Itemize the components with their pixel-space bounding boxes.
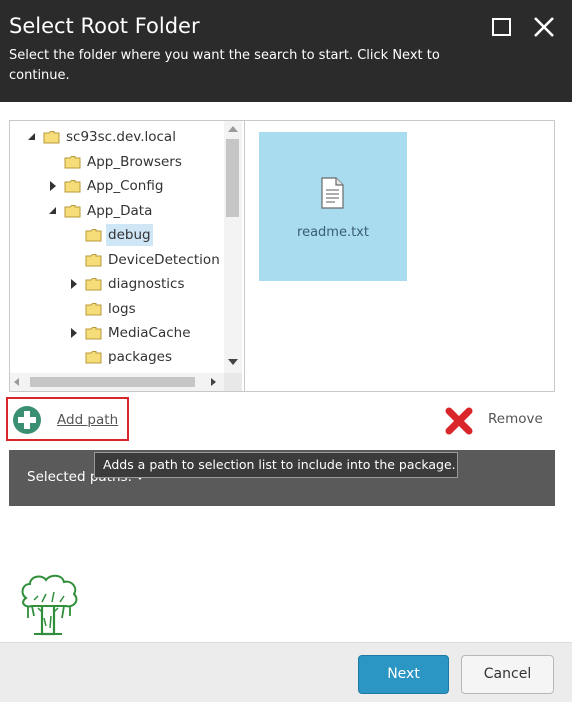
scrollbar-corner — [224, 373, 242, 391]
scrollbar-thumb[interactable] — [226, 139, 239, 217]
tree-horizontal-scrollbar[interactable] — [10, 373, 224, 391]
add-path-tooltip: Adds a path to selection list to include… — [94, 452, 458, 478]
folder-icon — [43, 131, 60, 144]
action-bar: Add path Remove — [0, 394, 572, 450]
tree-node-label: packages — [108, 349, 173, 365]
cancel-button[interactable]: Cancel — [461, 655, 554, 694]
tree-node-label: DeviceDetection — [108, 252, 220, 268]
tree-node-label: logs — [108, 301, 136, 317]
next-button[interactable]: Next — [358, 655, 449, 694]
text-file-icon — [321, 177, 344, 209]
tree-node-label: diagnostics — [108, 276, 185, 292]
tree-vertical-scrollbar[interactable] — [224, 121, 242, 373]
folder-icon — [85, 278, 102, 291]
tree-node-label: MediaCache — [108, 325, 191, 341]
tree-node-label: debug — [106, 224, 153, 246]
collapsed-arrow-icon[interactable] — [47, 175, 59, 197]
tree-node-label: App_Data — [87, 203, 153, 219]
file-tile[interactable]: readme.txt — [259, 132, 407, 281]
folder-icon — [64, 180, 81, 193]
add-path-label[interactable]: Add path — [57, 412, 118, 428]
scroll-up-icon[interactable] — [228, 126, 238, 132]
folder-icon — [85, 254, 102, 267]
tree-node-label: App_Browsers — [87, 154, 182, 170]
tree-logo-icon — [21, 574, 78, 636]
folder-icon — [64, 205, 81, 218]
remove-button[interactable]: Remove — [488, 411, 543, 427]
remove-x-icon[interactable] — [444, 406, 474, 436]
dialog-footer: Next Cancel — [0, 642, 572, 702]
folder-tree: sc93sc.dev.local App_Browsers App_Config… — [10, 121, 245, 391]
scroll-left-icon[interactable] — [14, 378, 19, 386]
dialog-header: Select Root Folder Select the folder whe… — [0, 0, 572, 102]
folder-icon — [85, 327, 102, 340]
close-icon[interactable] — [532, 14, 556, 40]
file-name: readme.txt — [297, 225, 369, 240]
add-path-button[interactable]: Add path — [6, 397, 129, 441]
scroll-right-icon[interactable] — [211, 378, 216, 386]
scrollbar-thumb[interactable] — [30, 377, 195, 387]
folder-icon — [85, 229, 102, 242]
expanded-arrow-icon[interactable] — [26, 126, 38, 148]
maximize-icon[interactable] — [492, 18, 511, 36]
folder-icon — [64, 156, 81, 169]
collapsed-arrow-icon[interactable] — [68, 273, 80, 295]
add-circle-icon[interactable] — [12, 405, 42, 435]
expanded-arrow-icon[interactable] — [47, 200, 59, 222]
folder-icon — [85, 303, 102, 316]
scroll-down-icon[interactable] — [228, 359, 238, 365]
dialog-content: sc93sc.dev.local App_Browsers App_Config… — [0, 102, 572, 642]
dialog-subtitle: Select the folder where you want the sea… — [9, 48, 440, 83]
tree-node-label: sc93sc.dev.local — [66, 129, 176, 145]
folder-icon — [85, 351, 102, 364]
folder-browser: sc93sc.dev.local App_Browsers App_Config… — [9, 120, 555, 392]
collapsed-arrow-icon[interactable] — [68, 322, 80, 344]
dialog-title: Select Root Folder — [9, 14, 200, 38]
tree-node-label: App_Config — [87, 178, 164, 194]
